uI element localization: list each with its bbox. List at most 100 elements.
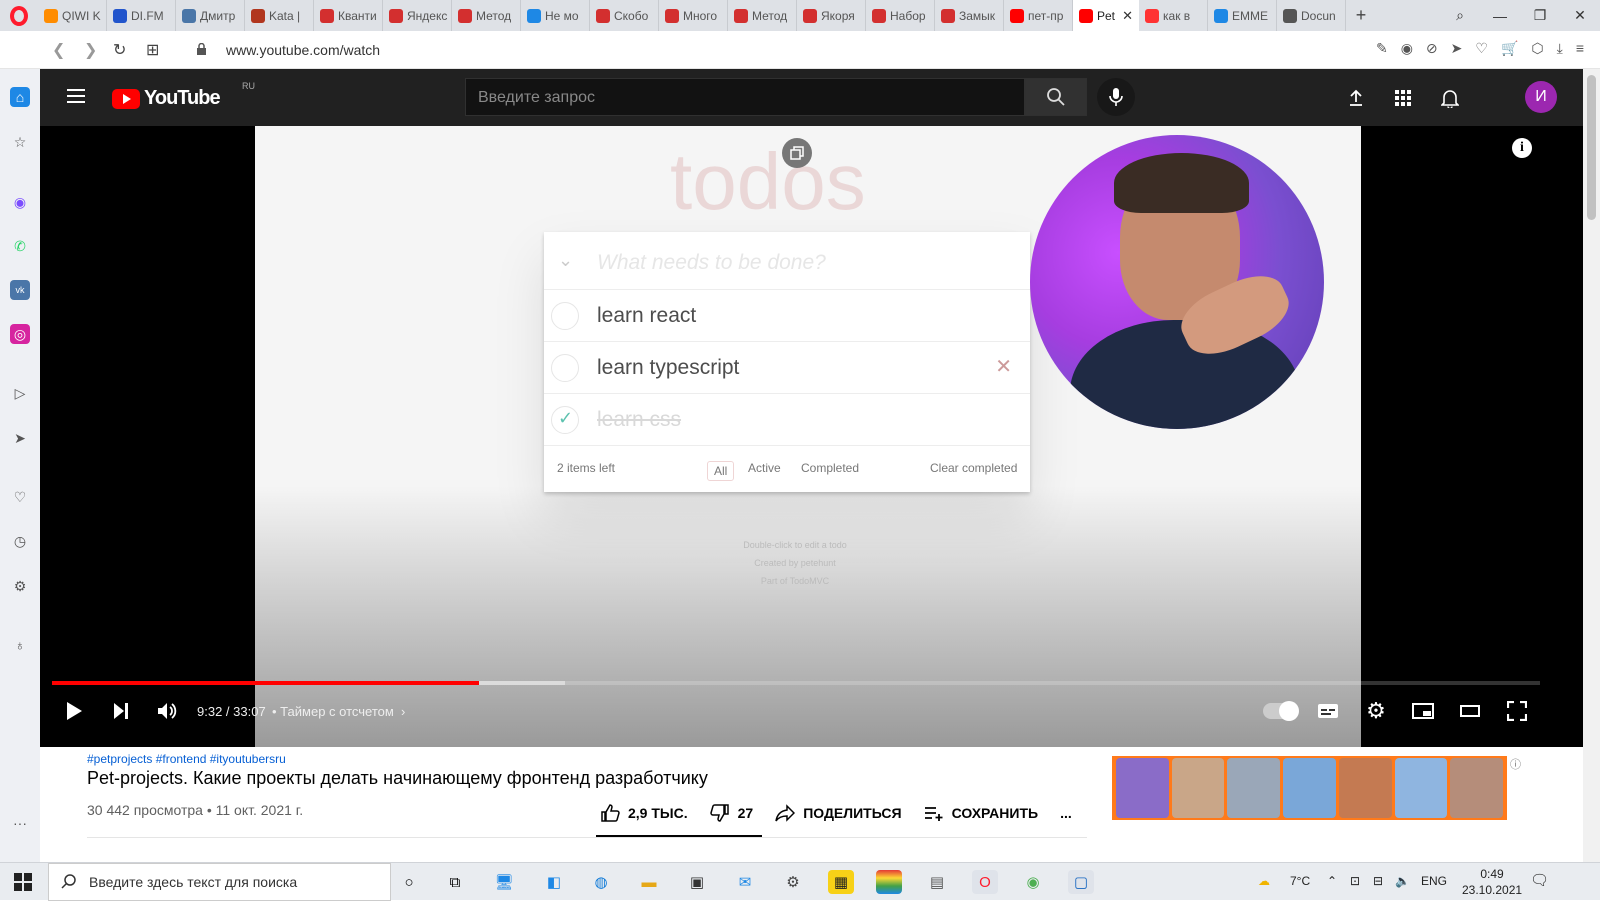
tips-icon[interactable]: ♁ (10, 635, 30, 655)
opera-menu-icon[interactable] (0, 0, 38, 31)
browser-tab[interactable]: Якоря (797, 0, 866, 31)
system-clock[interactable]: 0:49 23.10.2021 (1462, 866, 1522, 898)
minimize-button[interactable]: — (1480, 8, 1520, 24)
browser-tab[interactable]: Замык (935, 0, 1004, 31)
miniplayer-button[interactable] (1409, 697, 1437, 725)
browser-tab[interactable]: Яндекс (383, 0, 452, 31)
notifications-icon[interactable]: 🗨 (1530, 871, 1549, 889)
search-input[interactable]: Введите запрос (465, 78, 1025, 116)
hashtags[interactable]: #petprojects #frontend #ityoutubersru (87, 752, 286, 766)
tab-search-icon[interactable]: ⌕ (1440, 7, 1480, 24)
flow-icon[interactable]: ➤ (10, 428, 30, 448)
whatsapp-icon[interactable]: ✆ (10, 236, 30, 256)
copy-icon[interactable] (782, 138, 812, 168)
video-player[interactable]: todos ⌄ What needs to be done? learn rea… (40, 126, 1583, 747)
apps-grid-icon[interactable] (1391, 86, 1415, 110)
browser-tab[interactable]: пет-пр (1004, 0, 1073, 31)
browser-tab[interactable]: QIWI K (38, 0, 107, 31)
player-icon[interactable]: ▷ (10, 383, 30, 403)
chrome-icon[interactable]: ◉ (1020, 870, 1046, 894)
settings-button[interactable]: ⚙ (1362, 697, 1390, 725)
home-icon[interactable]: ⌂ (10, 87, 30, 107)
browser-tab[interactable]: EMME (1208, 0, 1277, 31)
temperature[interactable]: 7°C (1290, 874, 1310, 888)
tray-chevron-icon[interactable]: ⌃ (1327, 874, 1337, 888)
forward-icon[interactable]: ❯ (84, 40, 97, 60)
cube-icon[interactable]: ⬡ (1531, 40, 1543, 57)
subtitles-button[interactable] (1314, 697, 1342, 725)
taskbar-search-input[interactable]: Введите здесь текст для поиска (48, 863, 391, 901)
weather-icon[interactable]: ☁ (1258, 874, 1270, 888)
share-button[interactable]: ПОДЕЛИТЬСЯ (775, 804, 902, 822)
app-icon[interactable]: ▦ (828, 870, 854, 894)
page-scrollbar[interactable] (1583, 69, 1600, 862)
settings-icon[interactable]: ⚙ (780, 870, 806, 894)
browser-tab[interactable]: Скобо (590, 0, 659, 31)
cortana-icon[interactable]: ○ (396, 870, 422, 894)
store-icon[interactable]: ▣ (684, 870, 710, 894)
fullscreen-button[interactable] (1503, 697, 1531, 725)
favorites-icon[interactable]: ♡ (10, 487, 30, 507)
upload-icon[interactable] (1344, 86, 1368, 110)
reload-icon[interactable]: ↻ (113, 40, 126, 60)
browser-tab[interactable]: Метод (728, 0, 797, 31)
like-button[interactable]: 2,9 ТЫС. (600, 803, 688, 823)
task-view-icon[interactable]: ⧉ (442, 870, 468, 894)
send-icon[interactable]: ➤ (1451, 40, 1463, 57)
more-actions-button[interactable]: ... (1060, 805, 1072, 821)
windows-start-icon[interactable] (14, 873, 32, 891)
ide-icon[interactable]: ▢ (1068, 870, 1094, 894)
language-indicator[interactable]: ENG (1421, 874, 1447, 888)
avatar[interactable]: И (1525, 81, 1557, 113)
history-icon[interactable]: ◷ (10, 531, 30, 551)
theater-mode-button[interactable] (1456, 697, 1484, 725)
network-icon[interactable]: ⊟ (1373, 874, 1383, 888)
dislike-button[interactable]: 27 (709, 803, 753, 823)
volume-button[interactable] (153, 697, 181, 725)
volume-tray-icon[interactable]: 🔈 (1395, 874, 1410, 888)
play-button[interactable] (60, 697, 88, 725)
browser-tab[interactable]: DI.FM (107, 0, 176, 31)
pc-icon[interactable]: 🖥 (491, 870, 517, 894)
speed-dial-icon[interactable]: ⊞ (146, 40, 159, 60)
scrollbar-thumb[interactable] (1587, 75, 1596, 220)
browser-tab[interactable]: Метод (452, 0, 521, 31)
menu-icon[interactable]: ≡ (1576, 40, 1584, 57)
close-tab-icon[interactable]: ✕ (1122, 8, 1133, 24)
restore-button[interactable]: ❐ (1520, 7, 1560, 24)
save-button[interactable]: СОХРАНИТЬ (924, 805, 1038, 821)
browser-tab[interactable]: Дмитр (176, 0, 245, 31)
calculator-icon[interactable]: ▤ (924, 870, 950, 894)
opera-taskbar-icon[interactable]: O (972, 870, 998, 894)
advertisement-banner[interactable] (1112, 756, 1507, 820)
mail-icon[interactable]: ✉ (732, 870, 758, 894)
browser-tab[interactable]: Kata | (245, 0, 314, 31)
cart-icon[interactable]: 🛒 (1501, 40, 1518, 57)
voice-search-button[interactable] (1097, 78, 1135, 116)
video-frame[interactable]: todos ⌄ What needs to be done? learn rea… (255, 126, 1361, 747)
progress-bar[interactable] (52, 681, 1540, 685)
chapter-title[interactable]: • Таймер с отсчетом › (272, 704, 405, 719)
adblock-icon[interactable]: ⊘ (1426, 40, 1438, 57)
info-icon[interactable]: i (1512, 138, 1532, 158)
vk-icon[interactable]: vk (10, 280, 30, 300)
network-app-icon[interactable]: ◧ (541, 870, 567, 894)
search-button[interactable] (1025, 78, 1087, 116)
close-window-button[interactable]: ✕ (1560, 7, 1600, 24)
messenger-icon[interactable]: ◉ (10, 192, 30, 212)
browser-tab[interactable]: Кванти (314, 0, 383, 31)
browser-tab[interactable]: Набор (866, 0, 935, 31)
file-explorer-icon[interactable]: ▬ (636, 870, 662, 894)
guide-menu-icon[interactable] (67, 89, 85, 107)
url-field[interactable]: www.youtube.com/watch (226, 42, 380, 58)
browser-tab[interactable]: Pet ✕ (1073, 0, 1139, 31)
next-button[interactable] (107, 697, 135, 725)
browser-tab[interactable]: Много (659, 0, 728, 31)
download-icon[interactable]: ⤓ (1557, 40, 1563, 57)
autoplay-toggle[interactable] (1263, 701, 1299, 721)
bookmarks-icon[interactable]: ☆ (10, 132, 30, 152)
heart-icon[interactable]: ♡ (1475, 40, 1488, 57)
sidebar-more-icon[interactable]: ··· (10, 813, 30, 833)
tray-app-icon[interactable]: ⊡ (1350, 874, 1360, 888)
rainbow-app-icon[interactable] (876, 870, 902, 894)
